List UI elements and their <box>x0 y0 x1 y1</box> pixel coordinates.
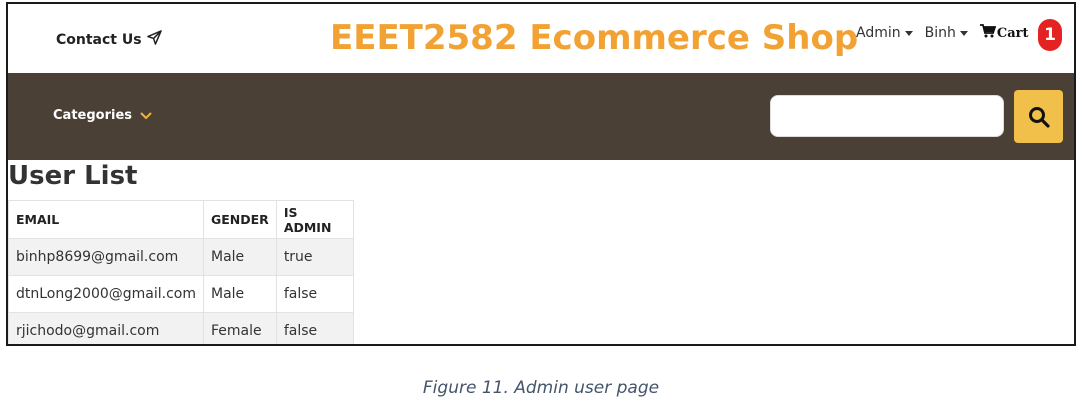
paper-plane-icon <box>146 30 162 49</box>
cell-email: rjichodo@gmail.com <box>8 312 204 344</box>
admin-menu-label: Admin <box>856 25 901 41</box>
figure-caption: Figure 11. Admin user page <box>422 378 660 398</box>
caret-down-icon <box>959 30 968 36</box>
user-menu-label: Binh <box>924 25 956 41</box>
search-icon <box>1028 106 1050 128</box>
app-frame: Contact Us EEET2582 Ecommerce Shop Admin… <box>6 2 1076 346</box>
cart-count-badge: 1 <box>1038 19 1062 51</box>
categories-dropdown[interactable]: Categories <box>53 108 152 123</box>
table-row[interactable]: binhp8699@gmail.com Male true <box>8 238 354 276</box>
column-header-is-admin[interactable]: IS ADMIN <box>275 200 354 239</box>
cell-is-admin: true <box>275 238 354 276</box>
cell-gender: Male <box>203 275 277 313</box>
cell-is-admin: false <box>275 275 354 313</box>
cell-email: binhp8699@gmail.com <box>8 238 204 276</box>
brand-title[interactable]: EEET2582 Ecommerce Shop <box>330 18 858 58</box>
nav-bar: Categories <box>8 73 1074 160</box>
cell-gender: Male <box>203 238 277 276</box>
page-title: User List <box>8 161 138 191</box>
search-button[interactable] <box>1014 90 1063 143</box>
user-menu[interactable]: Binh <box>925 25 968 41</box>
cell-is-admin: false <box>275 312 354 344</box>
cell-gender: Female <box>203 312 277 344</box>
column-header-email[interactable]: EMAIL <box>8 200 204 239</box>
categories-label: Categories <box>53 108 133 123</box>
cell-email: dtnLong2000@gmail.com <box>8 275 204 313</box>
cart-link[interactable]: Cart <box>979 24 1029 42</box>
contact-us-link[interactable]: Contact Us <box>56 30 162 49</box>
top-bar: Contact Us EEET2582 Ecommerce Shop Admin… <box>8 4 1074 73</box>
column-header-gender[interactable]: GENDER <box>203 200 277 239</box>
table-header-row: EMAIL GENDER IS ADMIN <box>8 200 354 239</box>
user-table: EMAIL GENDER IS ADMIN binhp8699@gmail.co… <box>8 200 354 344</box>
table-row[interactable]: dtnLong2000@gmail.com Male false <box>8 275 354 313</box>
admin-menu[interactable]: Admin <box>856 25 913 41</box>
contact-us-label: Contact Us <box>56 31 142 48</box>
chevron-down-icon <box>140 111 152 119</box>
top-nav: Admin Binh Cart <box>856 24 1043 42</box>
cart-label: Cart <box>996 25 1029 41</box>
caret-down-icon <box>904 30 913 36</box>
search-input[interactable] <box>770 95 1004 137</box>
table-row[interactable]: rjichodo@gmail.com Female false <box>8 312 354 344</box>
shopping-cart-icon <box>979 24 997 42</box>
